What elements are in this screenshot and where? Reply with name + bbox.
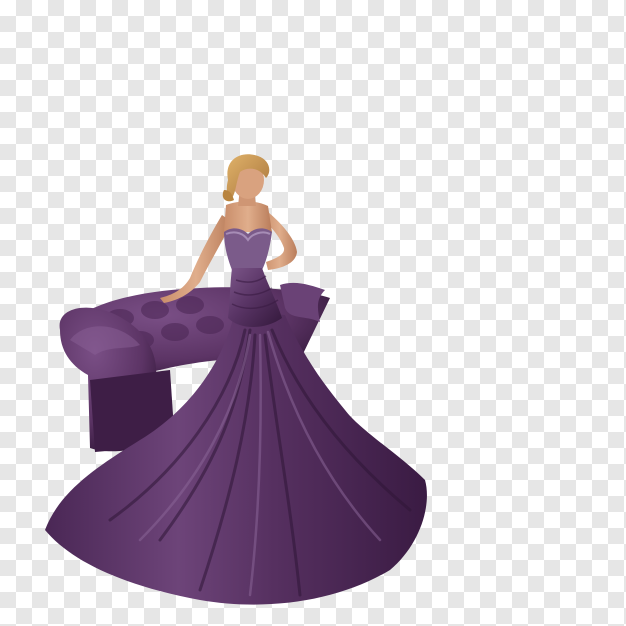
photo-figure xyxy=(45,154,427,605)
transparency-checkerboard xyxy=(0,0,626,626)
